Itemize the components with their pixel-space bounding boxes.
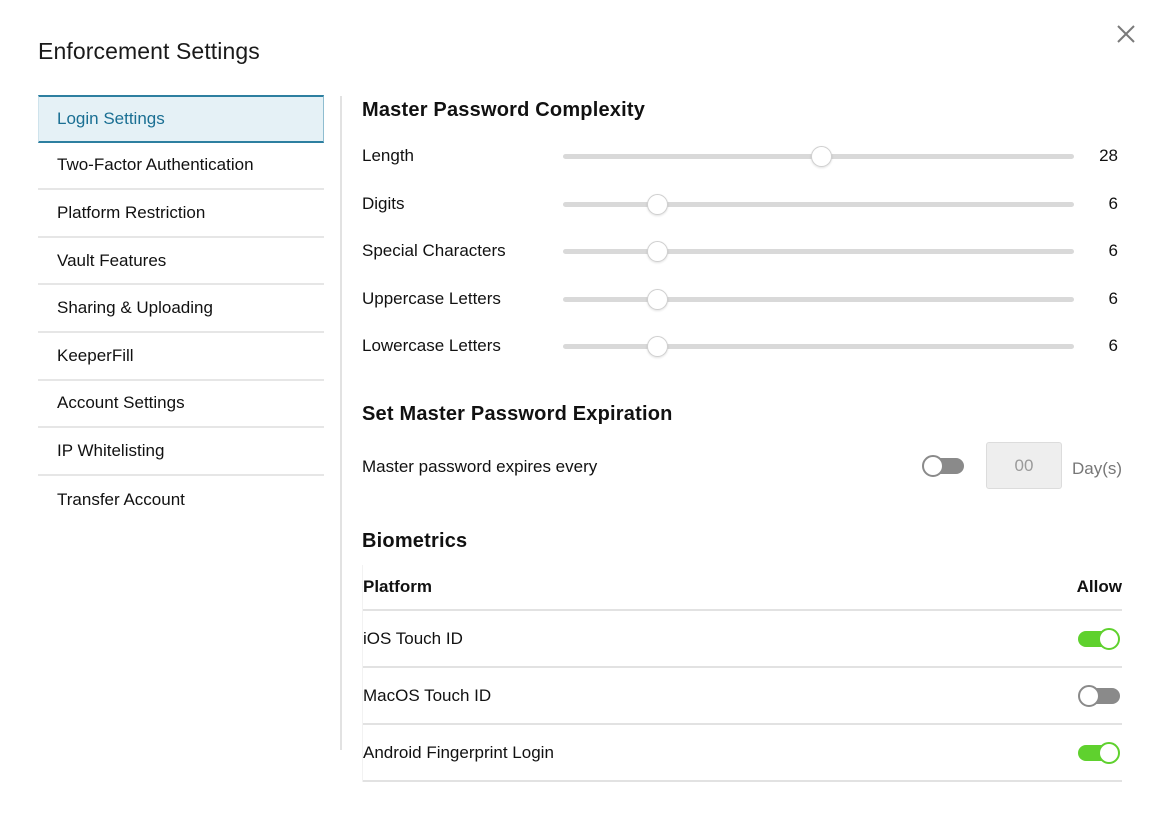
sidebar-item-platform-restriction[interactable]: Platform Restriction — [38, 190, 324, 238]
sidebar-item-sharing-uploading[interactable]: Sharing & Uploading — [38, 285, 324, 333]
slider-label: Digits — [362, 194, 405, 213]
digits-slider[interactable] — [563, 194, 1074, 215]
uppercase-letters-slider[interactable] — [563, 289, 1074, 310]
slider-value: 28 — [1099, 146, 1118, 165]
panel-divider — [340, 96, 342, 750]
close-button[interactable] — [1114, 22, 1138, 46]
expiration-label: Master password expires every — [362, 457, 598, 476]
sidebar-item-account-settings[interactable]: Account Settings — [38, 380, 324, 429]
table-header: Platform Allow — [363, 565, 1122, 611]
platform-name: Android Fingerprint Login — [363, 742, 554, 762]
sidebar-item-ip-whitelisting[interactable]: IP Whitelisting — [38, 428, 324, 476]
days-unit-label: Day(s) — [1072, 459, 1123, 478]
expiration-days-input[interactable] — [986, 442, 1062, 489]
slider-thumb[interactable] — [647, 289, 669, 310]
expiration-section-title: Set Master Password Expiration — [362, 403, 673, 425]
sidebar-item-transfer-account[interactable]: Transfer Account — [38, 475, 324, 524]
close-icon — [1117, 25, 1135, 43]
dialog-title: Enforcement Settings — [38, 38, 260, 64]
special-characters-slider[interactable] — [563, 241, 1074, 262]
slider-thumb[interactable] — [810, 146, 832, 167]
biometrics-section-title: Biometrics — [362, 530, 468, 552]
lowercase-letters-slider[interactable] — [563, 336, 1074, 357]
slider-row-uppercase-letters: Uppercase Letters 6 — [362, 285, 1122, 315]
slider-thumb[interactable] — [647, 336, 669, 357]
table-row: Android Fingerprint Login — [363, 725, 1122, 782]
length-slider[interactable] — [563, 146, 1074, 167]
table-row: iOS Touch ID — [363, 611, 1122, 668]
slider-row-length: Length 28 — [362, 142, 1122, 172]
sidebar-item-keeperfill[interactable]: KeeperFill — [38, 332, 324, 381]
slider-value: 6 — [1108, 241, 1118, 260]
slider-label: Uppercase Letters — [362, 289, 501, 308]
sidebar-item-two-factor-authentication[interactable]: Two-Factor Authentication — [38, 142, 324, 191]
sidebar-item-vault-features[interactable]: Vault Features — [38, 237, 324, 286]
slider-row-digits: Digits 6 — [362, 190, 1122, 220]
slider-label: Lowercase Letters — [362, 336, 501, 355]
platform-name: MacOS Touch ID — [363, 685, 492, 705]
slider-thumb[interactable] — [647, 241, 669, 262]
slider-value: 6 — [1108, 194, 1118, 213]
column-header-allow: Allow — [1076, 577, 1122, 596]
slider-label: Special Characters — [362, 241, 506, 260]
enforcement-settings-dialog: Enforcement Settings Login Settings Two-… — [0, 0, 1160, 832]
complexity-section-title: Master Password Complexity — [362, 99, 646, 121]
slider-row-lowercase-letters: Lowercase Letters 6 — [362, 332, 1122, 362]
slider-thumb[interactable] — [647, 194, 669, 215]
ios-touch-id-toggle[interactable] — [1078, 627, 1120, 650]
platform-name: iOS Touch ID — [363, 628, 463, 648]
expiration-toggle[interactable] — [922, 455, 964, 477]
slider-value: 6 — [1108, 336, 1118, 355]
slider-value: 6 — [1108, 289, 1118, 308]
table-row: MacOS Touch ID — [363, 668, 1122, 725]
slider-row-special-characters: Special Characters 6 — [362, 237, 1122, 267]
sidebar-item-login-settings[interactable]: Login Settings — [38, 95, 324, 143]
macos-touch-id-toggle[interactable] — [1078, 684, 1120, 707]
sidebar-nav: Login Settings Two-Factor Authentication… — [38, 95, 324, 524]
biometrics-table: Platform Allow iOS Touch ID MacOS Touch … — [362, 565, 1122, 782]
slider-label: Length — [362, 146, 414, 165]
column-header-platform: Platform — [363, 577, 432, 596]
android-fingerprint-toggle[interactable] — [1078, 741, 1120, 764]
